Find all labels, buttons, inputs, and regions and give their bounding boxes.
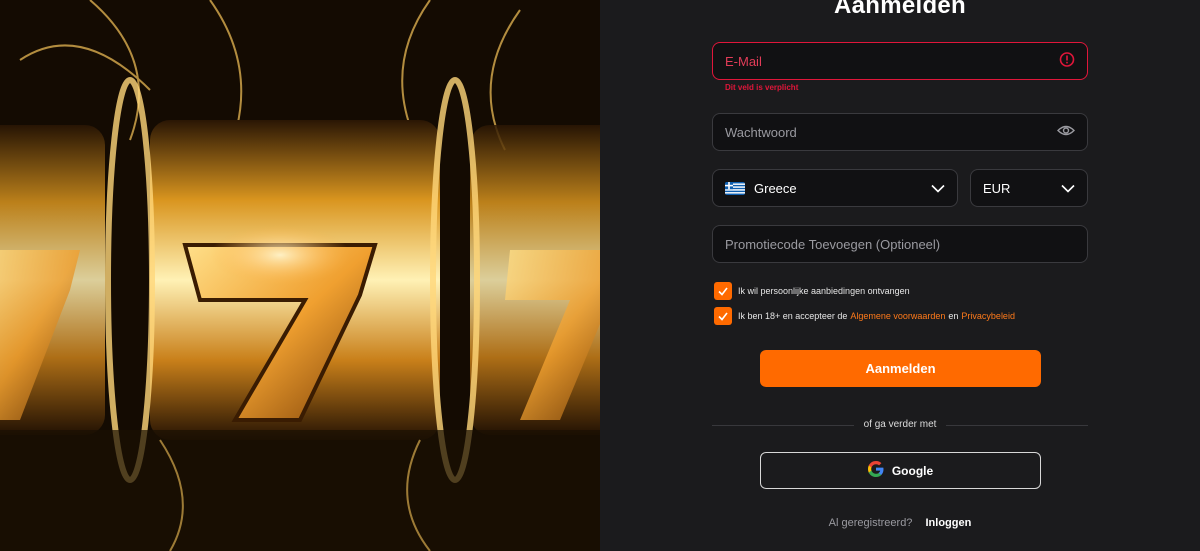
email-placeholder: E-Mail: [725, 53, 762, 69]
already-registered-text: Al geregistreerd?: [828, 517, 913, 529]
terms-checkbox[interactable]: [714, 307, 732, 325]
offers-checkbox[interactable]: [714, 282, 732, 300]
greece-flag-icon: [725, 181, 745, 195]
divider-text: of ga verder met: [600, 419, 1200, 430]
login-link[interactable]: Inloggen: [926, 517, 972, 529]
email-error-message: Dit veld is verplicht: [725, 83, 799, 92]
offers-label: Ik wil persoonlijke aanbiedingen ontvang…: [738, 286, 910, 296]
registration-panel: Aanmelden E-Mail Dit veld is verplicht W…: [600, 0, 1200, 551]
google-signin-button[interactable]: Google: [760, 452, 1041, 489]
hero-slot-image: [0, 0, 600, 551]
privacy-link[interactable]: Privacybeleid: [961, 311, 1015, 321]
google-logo-icon: [867, 461, 884, 480]
google-label: Google: [891, 463, 934, 478]
offers-checkbox-row[interactable]: Ik wil persoonlijke aanbiedingen ontvang…: [714, 282, 910, 300]
promo-code-field[interactable]: Promotiecode Toevoegen (Optioneel): [712, 225, 1088, 263]
country-select[interactable]: Greece: [712, 169, 958, 207]
terms-checkbox-row[interactable]: Ik ben 18+ en accepteer de Algemene voor…: [714, 307, 1018, 325]
checkmark-icon: [718, 287, 728, 296]
terms-link[interactable]: Algemene voorwaarden: [850, 311, 945, 321]
divider-label: of ga verder met: [853, 419, 947, 430]
error-icon: [1059, 52, 1075, 71]
eye-icon[interactable]: [1057, 125, 1075, 140]
currency-select[interactable]: EUR: [970, 169, 1088, 207]
terms-label-prefix: Ik ben 18+ en accepteer de: [738, 311, 848, 321]
checkmark-icon: [718, 312, 728, 321]
page-title: Aanmelden: [833, 0, 967, 19]
currency-value: EUR: [983, 180, 1011, 196]
promo-placeholder: Promotiecode Toevoegen (Optioneel): [725, 236, 941, 252]
chevron-down-icon: [1061, 181, 1075, 196]
password-placeholder: Wachtwoord: [725, 124, 797, 140]
login-row: Al geregistreerd? Inloggen: [600, 517, 1200, 529]
chevron-down-icon: [931, 181, 945, 196]
terms-conjunction: en: [948, 311, 959, 321]
password-field[interactable]: Wachtwoord: [712, 113, 1088, 151]
submit-button[interactable]: Aanmelden: [760, 350, 1041, 387]
email-field[interactable]: E-Mail: [712, 42, 1088, 80]
country-value: Greece: [754, 180, 797, 196]
slot-machine-illustration: [0, 0, 600, 551]
